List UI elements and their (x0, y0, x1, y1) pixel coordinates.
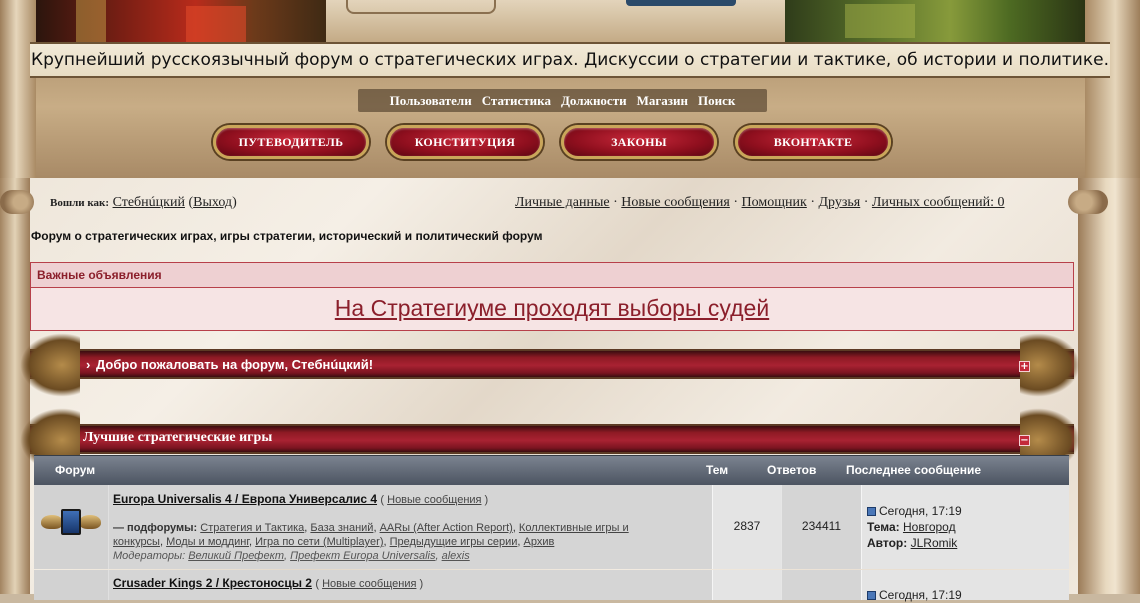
nav-positions[interactable]: Должности (561, 93, 627, 108)
assistant-link[interactable]: Помощник (742, 195, 807, 210)
separator: · (613, 195, 618, 210)
col-last-post: Последнее сообщение (846, 463, 981, 477)
topics-cell (712, 570, 781, 600)
laws-button[interactable]: ЗАКОНЫ (561, 125, 717, 159)
guide-button[interactable]: ПУТЕВОДИТЕЛЬ (213, 125, 369, 159)
announcements-header: Важные объявления (31, 263, 1073, 288)
new-messages-link[interactable]: Новые сообщения (322, 578, 416, 590)
forum-title-link[interactable]: Crusader Kings 2 / Крестоносцы 2 (113, 576, 312, 590)
header-art-center (326, 0, 785, 42)
announcement-body: На Стратегиуме проходят выборы судей (31, 288, 1073, 328)
subforum-link[interactable]: AARы (After Action Report) (380, 522, 513, 534)
forum-icon-cell (34, 485, 108, 569)
vkontakte-button[interactable]: ВКОНТАКТЕ (735, 125, 891, 159)
category-title[interactable]: Лучшие стратегические игры (83, 430, 272, 446)
subforums: — подфорумы: Стратегия и Тактика, База з… (113, 522, 629, 548)
login-info: Вошли как: Стебнúцкий (Выход) (50, 195, 237, 211)
new-messages-link[interactable]: Новые сообщения (387, 494, 481, 506)
moderator-link[interactable]: Префект Europa Universalis (290, 550, 435, 562)
replies-cell (781, 570, 861, 600)
forum-info: Europa Universalis 4 / Европа Универсали… (108, 485, 712, 569)
replies-count: 234411 (801, 519, 842, 533)
topic-label: Тема: (867, 520, 900, 534)
subforum-link[interactable]: Игра по сети (Multiplayer) (255, 536, 383, 548)
username-link[interactable]: Стебнúцкий (113, 195, 185, 210)
announcement-link[interactable]: На Стратегиуме проходят выборы судей (335, 295, 769, 321)
nav-shop[interactable]: Магазин (637, 93, 688, 108)
wing-ornament-left (20, 333, 80, 397)
moderators: Модераторы: Великий Префект, Префект Eur… (113, 550, 470, 562)
subforums-label: — подфорумы: (113, 522, 198, 534)
last-post-icon[interactable] (867, 507, 876, 516)
welcome-text: Добро пожаловать на форум, Стебнúцкий! (96, 357, 374, 372)
last-topic-link[interactable]: Новгород (903, 520, 956, 534)
subforum-link[interactable]: Архив (524, 536, 555, 548)
subforum-link[interactable]: База знаний (310, 522, 373, 534)
separator: · (863, 195, 869, 210)
scroll-ornament-right (1068, 190, 1108, 214)
topics-count: 2837 (733, 519, 761, 533)
topics-cell: 2837 (712, 485, 781, 569)
nav-users[interactable]: Пользователи (390, 93, 472, 108)
site-title: Форум о стратегических играх, игры страт… (31, 229, 543, 243)
moderators-label: Модераторы: (113, 550, 186, 562)
forum-row: Europa Universalis 4 / Европа Универсали… (34, 485, 1069, 569)
moderator-link[interactable]: Великий Префект (188, 550, 284, 562)
moderator-link[interactable]: alexis (442, 550, 470, 562)
last-post-time: Сегодня, 17:19 (879, 588, 962, 602)
new-messages: ( Новые сообщения ) (315, 578, 424, 590)
site-header: Крупнейший русскоязычный форум о стратег… (0, 0, 1140, 178)
collapse-icon[interactable]: − (1019, 435, 1030, 446)
nav-statistics[interactable]: Статистика (482, 93, 551, 108)
subforum-link[interactable]: Стратегия и Тактика (200, 522, 304, 534)
last-post-cell: Сегодня, 17:19 (861, 570, 1069, 602)
subforum-link[interactable]: Предыдущие игры серии (390, 536, 518, 548)
profile-link[interactable]: Личные данные (515, 195, 610, 210)
expand-icon[interactable]: + (1019, 361, 1030, 372)
subforum-link[interactable]: Моды и моддинг (166, 536, 249, 548)
col-topics: Тем (706, 463, 729, 477)
private-messages-link[interactable]: Личных сообщений: 0 (872, 195, 1005, 210)
last-post-icon[interactable] (867, 591, 876, 600)
column-left (0, 0, 36, 178)
user-links: Личные данные · Новые сообщения · Помощн… (515, 195, 1005, 211)
separator: · (733, 195, 739, 210)
header-art-right (785, 0, 1085, 42)
forum-title-link[interactable]: Europa Universalis 4 / Европа Универсали… (113, 492, 377, 506)
forum-row: Crusader Kings 2 / Крестоносцы 2 ( Новые… (34, 570, 1069, 602)
constitution-button[interactable]: КОНСТИТУЦИЯ (387, 125, 543, 159)
separator: · (810, 195, 815, 210)
last-post-time: Сегодня, 17:19 (879, 504, 962, 518)
logged-in-label: Вошли как: (50, 197, 110, 209)
forum-table-header: Форум Тем Ответов Последнее сообщение (34, 455, 1069, 485)
nav-search[interactable]: Поиск (698, 93, 735, 108)
header-art-left (36, 0, 326, 42)
col-forum: Форум (55, 463, 96, 477)
last-author-link[interactable]: JLRomik (911, 536, 958, 550)
column-right-lower (1078, 178, 1140, 594)
replies-cell: 234411 (781, 485, 861, 569)
site-tagline: Крупнейший русскоязычный форум о стратег… (30, 42, 1110, 78)
scroll-ornament-left (0, 190, 34, 214)
forum-icon-cell (34, 570, 108, 600)
forum-status-icon (41, 507, 101, 539)
new-messages: ( Новые сообщения ) (380, 494, 489, 506)
friends-link[interactable]: Друзья (819, 195, 861, 210)
top-nav: Пользователи Статистика Должности Магазин По… (358, 89, 767, 112)
column-right (1085, 0, 1140, 178)
announcements-box: Важные объявления На Стратегиуме проходя… (30, 262, 1074, 331)
forum-info: Crusader Kings 2 / Крестоносцы 2 ( Новые… (108, 570, 712, 600)
col-replies: Ответов (767, 463, 817, 477)
author-label: Автор: (867, 536, 908, 550)
new-posts-link[interactable]: Новые сообщения (621, 195, 730, 210)
welcome-arrow-icon: › (86, 357, 91, 372)
logout-link[interactable]: Выход (193, 195, 232, 210)
last-post-cell: Сегодня, 17:19 Тема: Новгород Автор: JLR… (861, 485, 1069, 569)
paren-close: ) (232, 195, 237, 210)
